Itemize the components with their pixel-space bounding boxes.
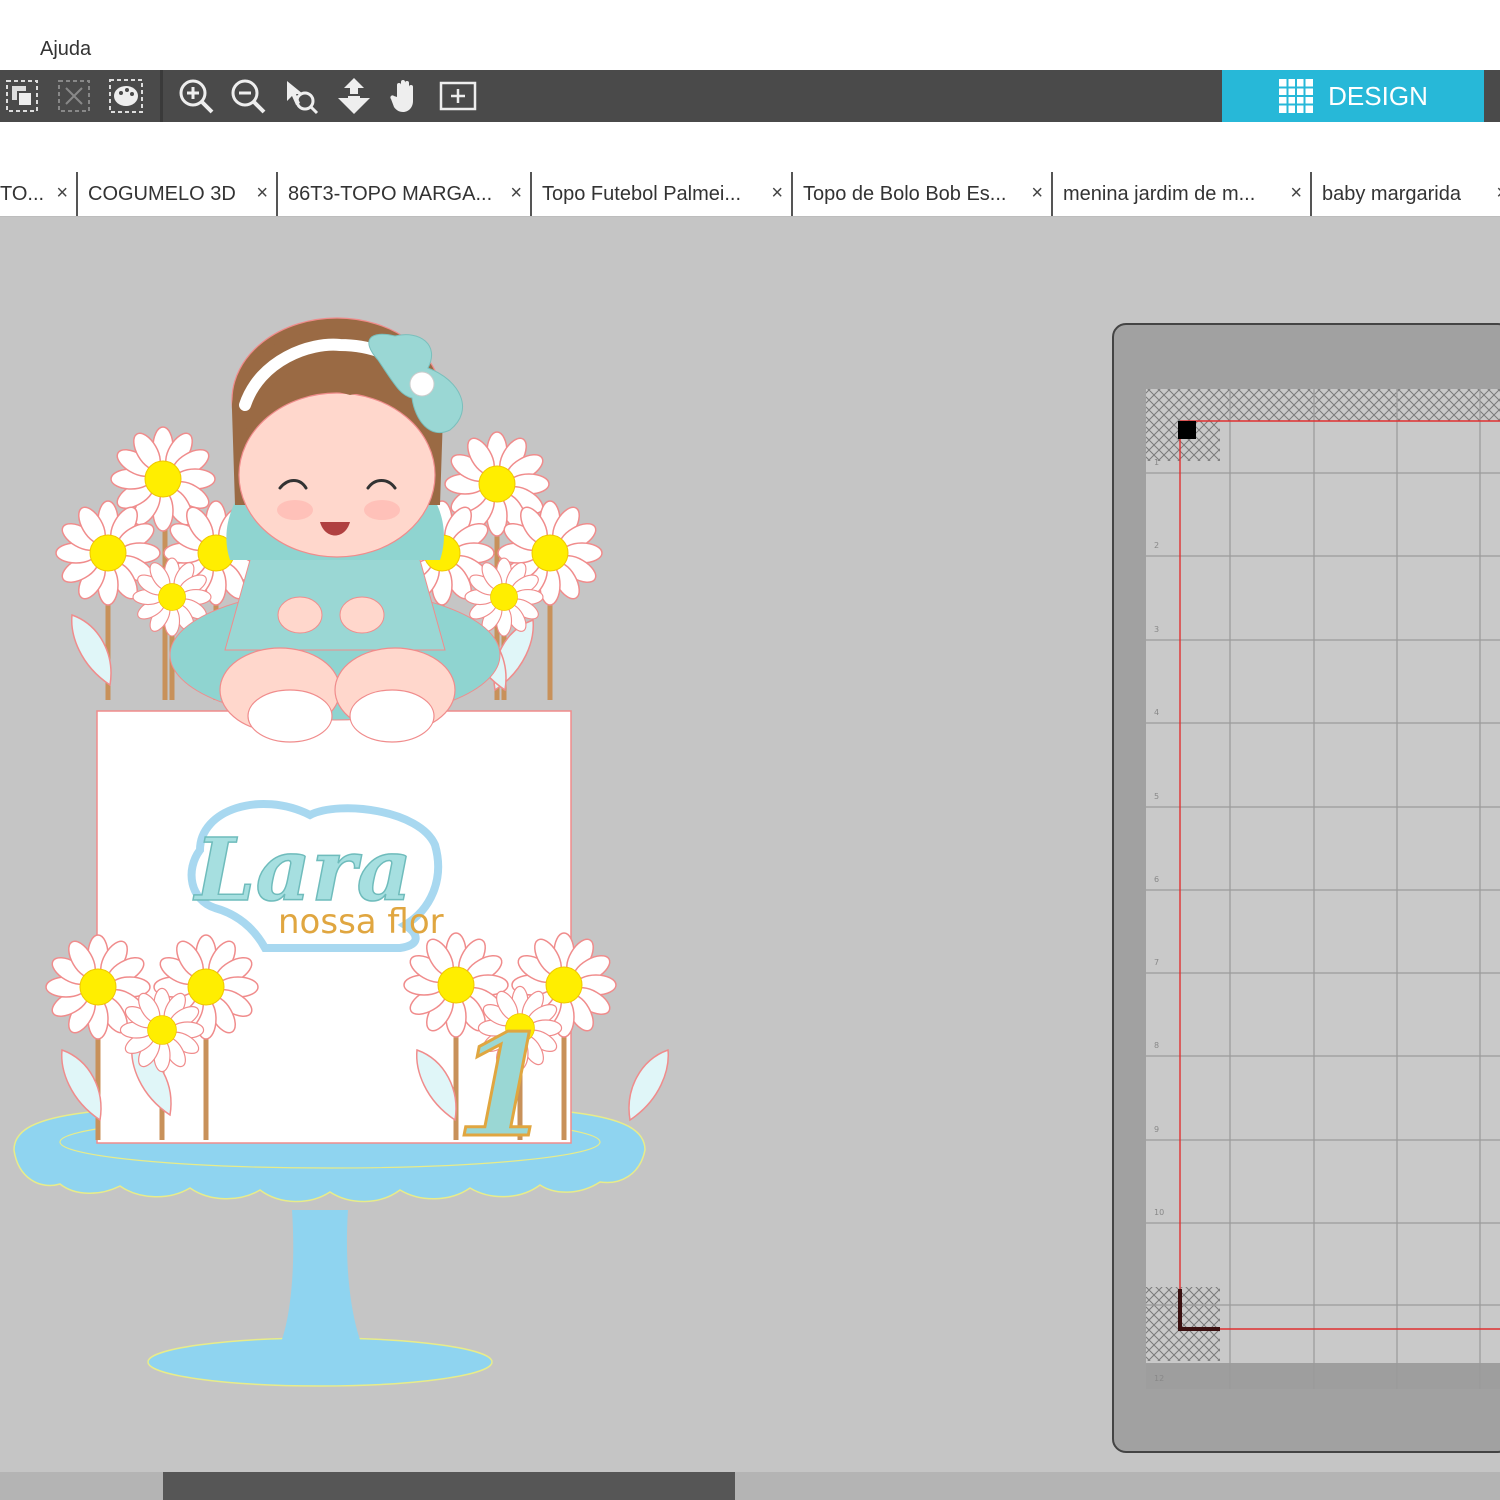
ruler-label: 2 <box>1154 541 1159 550</box>
toolbar-gap <box>0 122 1500 172</box>
toolbar: DESIGN <box>0 70 1500 122</box>
tab-label: 86T3-TOPO MARGA... <box>288 183 493 205</box>
zoom-in-icon[interactable] <box>176 76 216 116</box>
subtitle-text: nossa flor <box>278 902 444 942</box>
document-tab-active[interactable]: 86T3-TOPO MARGA... × <box>278 172 532 216</box>
close-icon[interactable]: × <box>510 182 522 205</box>
ruler-label: 7 <box>1154 958 1159 967</box>
ruler-label: 6 <box>1154 875 1159 884</box>
zoom-out-icon[interactable] <box>228 76 268 116</box>
document-tab[interactable]: COGUMELO 3D × <box>78 172 278 216</box>
toolbar-separator <box>160 70 163 122</box>
ruler-label: 1 <box>1154 458 1159 467</box>
ruler-label: 3 <box>1154 625 1159 634</box>
design-tab-button[interactable]: DESIGN <box>1222 70 1484 122</box>
ruler-label: 12 <box>1154 1374 1164 1383</box>
move-down-icon[interactable] <box>334 76 374 116</box>
ruler-label: 10 <box>1154 1208 1164 1217</box>
pan-hand-icon[interactable] <box>386 76 426 116</box>
toolbar-edge <box>1484 70 1500 122</box>
tab-label: COGUMELO 3D <box>88 183 236 205</box>
group-icon[interactable] <box>2 76 42 116</box>
tab-label: Topo de Bolo Bob Es... <box>803 183 1007 205</box>
mat-grid: 1 2 3 4 5 6 7 8 9 10 12 <box>1146 389 1500 1389</box>
design-canvas[interactable]: Lara nossa flor 1 1 2 3 4 5 6 7 8 9 10 1… <box>0 217 1500 1472</box>
tab-label: Topo Futebol Palmei... <box>542 183 741 205</box>
cutting-mat[interactable]: 1 2 3 4 5 6 7 8 9 10 12 <box>1112 323 1500 1453</box>
ruler-label: 5 <box>1154 792 1159 801</box>
fit-page-icon[interactable] <box>438 76 478 116</box>
document-tab[interactable]: Topo de Bolo Bob Es... × <box>793 172 1053 216</box>
close-icon[interactable]: × <box>1496 182 1500 205</box>
document-tab[interactable]: TO... × <box>0 172 78 216</box>
tab-label: baby margarida <box>1322 183 1461 205</box>
document-tab-bar: TO... × COGUMELO 3D × 86T3-TOPO MARGA...… <box>0 172 1500 217</box>
ruler-label: 9 <box>1154 1125 1159 1134</box>
menu-bar: Ajuda <box>0 0 1500 70</box>
ruler-label: 4 <box>1154 708 1159 717</box>
close-icon[interactable]: × <box>1031 182 1043 205</box>
close-icon[interactable]: × <box>1290 182 1302 205</box>
menu-help[interactable]: Ajuda <box>40 38 91 61</box>
age-number-text: 1 <box>455 1005 552 1169</box>
design-label: DESIGN <box>1328 80 1428 111</box>
document-tab[interactable]: baby margarida × <box>1312 172 1500 216</box>
color-palette-icon[interactable] <box>106 76 146 116</box>
close-icon[interactable]: × <box>771 182 783 205</box>
tab-label: menina jardim de m... <box>1063 183 1256 205</box>
ruler-label: 8 <box>1154 1041 1159 1050</box>
zoom-selection-icon[interactable] <box>280 76 320 116</box>
document-tab[interactable]: menina jardim de m... × <box>1053 172 1312 216</box>
tab-label: TO... <box>0 183 45 205</box>
document-tab[interactable]: Topo Futebol Palmei... × <box>532 172 793 216</box>
horizontal-scrollbar-thumb[interactable] <box>163 1472 735 1500</box>
ungroup-icon[interactable] <box>54 76 94 116</box>
grid-icon <box>1279 79 1314 113</box>
close-icon[interactable]: × <box>256 182 268 205</box>
close-icon[interactable]: × <box>56 182 68 205</box>
